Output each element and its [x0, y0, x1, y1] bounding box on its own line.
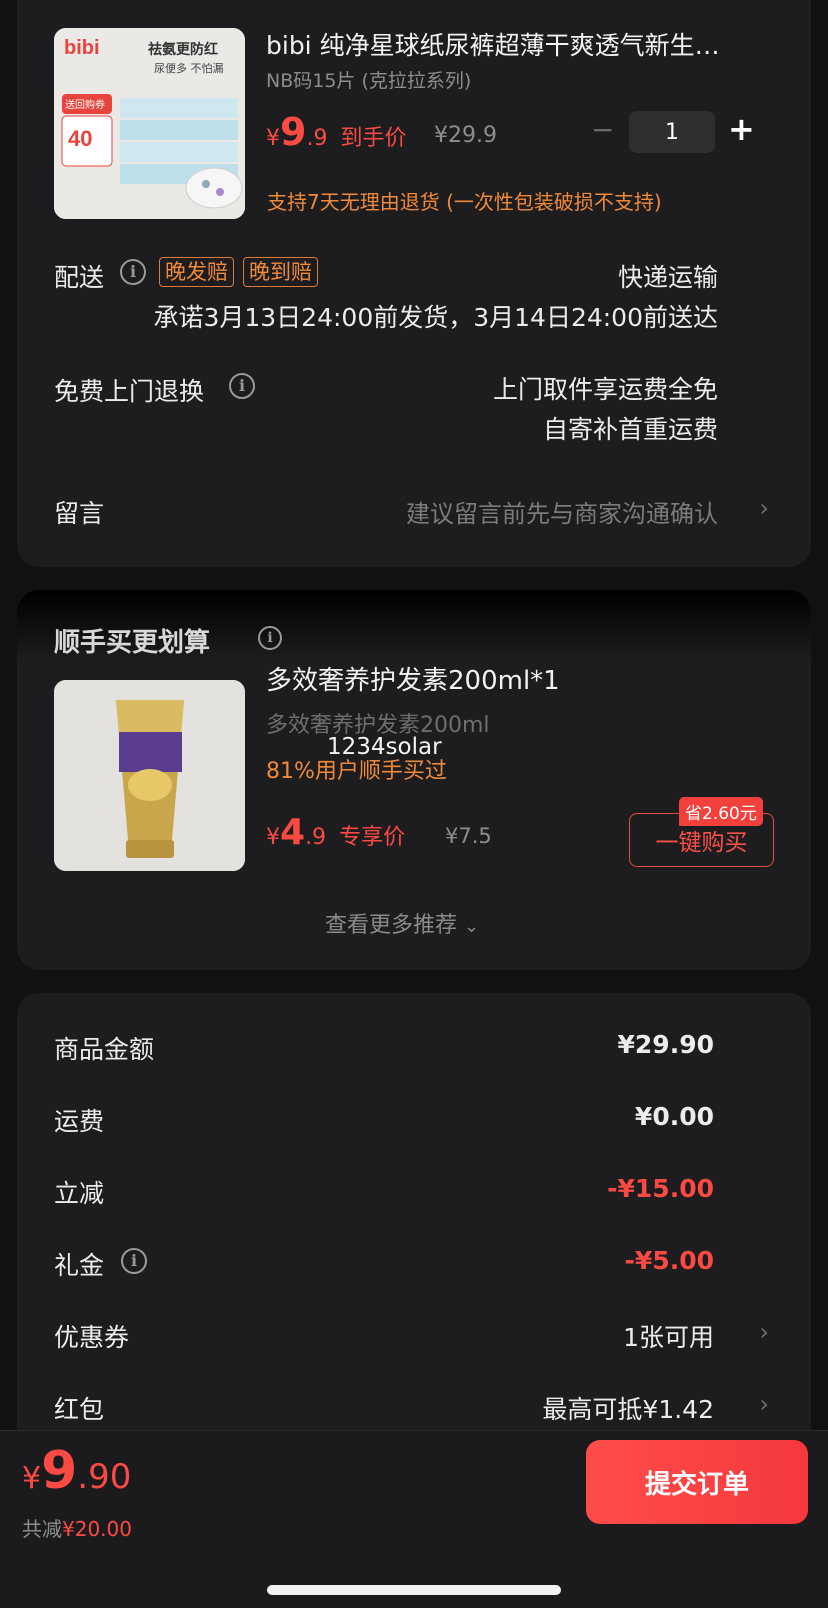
price-int: 9: [280, 110, 307, 154]
addon-price-tag: 专享价: [339, 825, 406, 850]
product-image-brand: bibi: [64, 37, 100, 59]
summary-value-gift: -¥5.00: [624, 1246, 714, 1275]
return-line1: 上门取件享运费全免: [492, 375, 718, 404]
price-symbol: ¥: [266, 126, 280, 151]
total-price-int: 9: [41, 1441, 78, 1501]
message-label: 留言: [54, 499, 105, 528]
return-info-icon[interactable]: i: [229, 373, 255, 399]
chevron-right-icon: ›: [759, 494, 769, 522]
product-image-badge: 送回购券: [65, 98, 105, 111]
total-saved-label: 共减: [22, 1517, 62, 1541]
product-title[interactable]: bibi 纯净星球纸尿裤超薄干爽透气新生…: [266, 26, 720, 62]
addon-section-title: 顺手买更划算: [54, 628, 211, 658]
total-price-dec: .90: [77, 1457, 132, 1497]
total-saved: 共减¥20.00: [22, 1513, 132, 1542]
addon-card: 顺手买更划算 i 多效奢养护发素200ml*1 多效奢养护发素200ml 81%…: [17, 590, 811, 970]
red-packet-selector[interactable]: 最高可抵¥1.42: [542, 1390, 714, 1426]
return-policy-note: 支持7天无理由退货 (一次性包装破损不支持): [267, 190, 662, 214]
chevron-right-icon: ›: [759, 1390, 769, 1418]
late-ship-tag: 晚发赔: [159, 257, 234, 287]
product-spec[interactable]: NB码15片 (克拉拉系列): [266, 66, 471, 93]
delivery-label: 配送: [54, 263, 105, 292]
late-arrival-tag: 晚到赔: [243, 257, 318, 287]
price-dec: .9: [306, 126, 328, 151]
product-image-slogan1: 祛氨更防红: [147, 41, 218, 58]
summary-value-discount: -¥15.00: [607, 1174, 714, 1203]
product-image[interactable]: bibi 祛氨更防红 尿便多 不怕漏 送回购券 40: [54, 28, 245, 219]
product-price: ¥9.9 到手价: [266, 110, 407, 154]
overlay-watermark-text: 1234solar: [327, 734, 442, 760]
delivery-info-icon[interactable]: i: [120, 259, 146, 285]
summary-label-gift: 礼金: [54, 1251, 105, 1280]
diaper-package-image: bibi 祛氨更防红 尿便多 不怕漏 送回购券 40: [54, 28, 245, 219]
addon-price: ¥4.9 专享价: [266, 812, 405, 853]
quantity-input[interactable]: 1: [629, 111, 715, 153]
addon-price-symbol: ¥: [266, 825, 280, 850]
coupon-selector[interactable]: 1张可用: [623, 1318, 714, 1354]
see-more-label: 查看更多推荐: [325, 913, 458, 938]
message-input[interactable]: 建议留言前先与商家沟通确认: [406, 494, 718, 529]
delivery-method[interactable]: 快递运输: [618, 258, 718, 294]
summary-label-discount: 立减: [54, 1179, 105, 1208]
product-image-coupon: 40: [68, 126, 92, 151]
addon-product-image[interactable]: [54, 680, 245, 871]
home-indicator[interactable]: [267, 1585, 561, 1595]
addon-title[interactable]: 多效奢养护发素200ml*1: [266, 660, 560, 697]
product-image-slogan2: 尿便多 不怕漏: [154, 61, 224, 75]
total-price: ¥9.90: [22, 1441, 131, 1501]
chevron-right-icon: ›: [759, 1318, 769, 1346]
price-tag: 到手价: [340, 126, 407, 151]
gift-info-icon[interactable]: i: [121, 1248, 147, 1274]
order-item-card: bibi 祛氨更防红 尿便多 不怕漏 送回购券 40 bibi 纯净星球纸尿裤超…: [17, 0, 811, 567]
quantity-plus-button[interactable]: +: [728, 110, 755, 148]
addon-info-icon[interactable]: i: [258, 626, 282, 650]
total-saved-value: ¥20.00: [62, 1517, 132, 1541]
see-more-link[interactable]: 查看更多推荐 ⌄: [325, 907, 479, 939]
summary-label-goods: 商品金额: [54, 1035, 155, 1064]
summary-value-shipping: ¥0.00: [634, 1102, 714, 1131]
quantity-minus-button[interactable]: −: [591, 113, 614, 146]
summary-label-shipping: 运费: [54, 1107, 105, 1136]
summary-label-coupon: 优惠券: [54, 1323, 130, 1352]
delivery-promise: 承诺3月13日24:00前发货，3月14日24:00前送达: [153, 303, 718, 332]
addon-original-price: ¥7.5: [445, 824, 492, 848]
summary-value-goods: ¥29.90: [617, 1030, 714, 1059]
submit-order-button[interactable]: 提交订单: [586, 1440, 808, 1524]
summary-label-redpacket: 红包: [54, 1395, 105, 1424]
conditioner-tube-image: [54, 680, 245, 871]
save-badge: 省2.60元: [679, 797, 763, 826]
return-line2: 自寄补首重运费: [542, 415, 718, 444]
addon-price-dec: .9: [305, 825, 327, 850]
checkout-bar: ¥9.90 共减¥20.00 提交订单: [0, 1430, 828, 1608]
free-return-label: 免费上门退换: [54, 377, 205, 406]
total-price-symbol: ¥: [22, 1461, 42, 1496]
addon-price-int: 4: [280, 812, 306, 853]
chevron-down-icon: ⌄: [464, 916, 480, 937]
original-price: ¥29.9: [434, 123, 497, 148]
